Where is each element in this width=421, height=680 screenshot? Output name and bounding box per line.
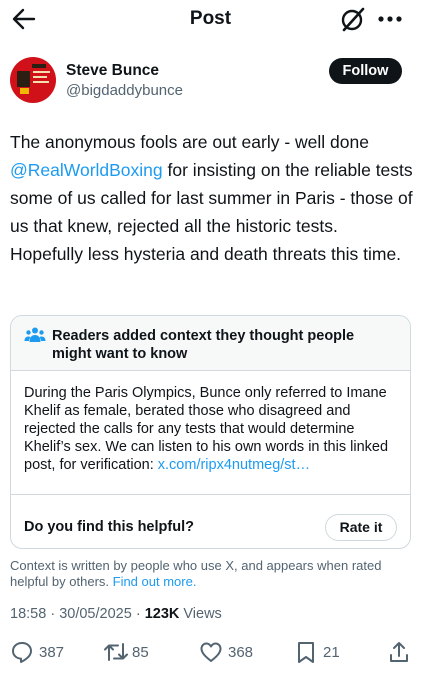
note-title: Readers added context they thought peopl… <box>52 328 355 362</box>
share-button[interactable] <box>387 640 411 666</box>
author-name[interactable]: Steve Bunce <box>66 62 159 80</box>
repost-count: 85 <box>132 644 149 661</box>
reply-button[interactable]: 387 <box>10 640 80 666</box>
note-header: Readers added context they thought peopl… <box>11 316 410 371</box>
rate-it-button[interactable]: Rate it <box>325 514 397 541</box>
bookmark-count: 21 <box>323 644 340 661</box>
author-handle[interactable]: @bigdaddybunce <box>66 82 183 99</box>
meta-separator-2: · <box>135 606 141 622</box>
helpful-question: Do you find this helpful? <box>24 519 194 535</box>
reply-icon <box>12 642 32 663</box>
reply-count: 387 <box>39 644 65 661</box>
post-meta: 18:58 · 30/05/2025 · 123K Views <box>10 606 222 622</box>
share-icon <box>390 642 408 662</box>
like-count: 368 <box>228 644 254 661</box>
top-bar: Post <box>0 0 421 38</box>
bookmark-button[interactable]: 21 <box>294 640 354 666</box>
community-note: Readers added context they thought peopl… <box>10 315 411 549</box>
context-info: Context is written by people who use X, … <box>10 558 410 590</box>
action-bar: 387 85 368 21 <box>0 640 421 666</box>
avatar[interactable] <box>10 57 56 103</box>
more-horizontal-icon[interactable] <box>375 5 405 33</box>
like-button[interactable]: 368 <box>199 640 269 666</box>
repost-button[interactable]: 85 <box>103 640 173 666</box>
people-icon <box>24 327 46 342</box>
heart-icon <box>200 642 222 662</box>
follow-button[interactable]: Follow <box>329 58 402 84</box>
views-count: 123K <box>144 606 180 622</box>
grok-icon[interactable] <box>339 5 367 33</box>
note-link[interactable]: x.com/ripx4nutmeg/st… <box>158 457 310 473</box>
note-body: During the Paris Olympics, Bunce only re… <box>24 384 404 474</box>
views-label: Views <box>183 606 222 622</box>
tweet-text-before: The anonymous fools are out early - well… <box>10 132 369 152</box>
repost-icon <box>104 643 128 661</box>
mention-link[interactable]: @RealWorldBoxing <box>10 160 163 180</box>
find-out-more-link[interactable]: Find out more. <box>113 574 197 589</box>
bookmark-icon <box>298 642 314 663</box>
post-date[interactable]: 30/05/2025 <box>59 606 132 622</box>
meta-separator: · <box>50 606 56 622</box>
post-time[interactable]: 18:58 <box>10 606 46 622</box>
divider <box>11 494 410 495</box>
tweet-text: The anonymous fools are out early - well… <box>10 128 415 268</box>
